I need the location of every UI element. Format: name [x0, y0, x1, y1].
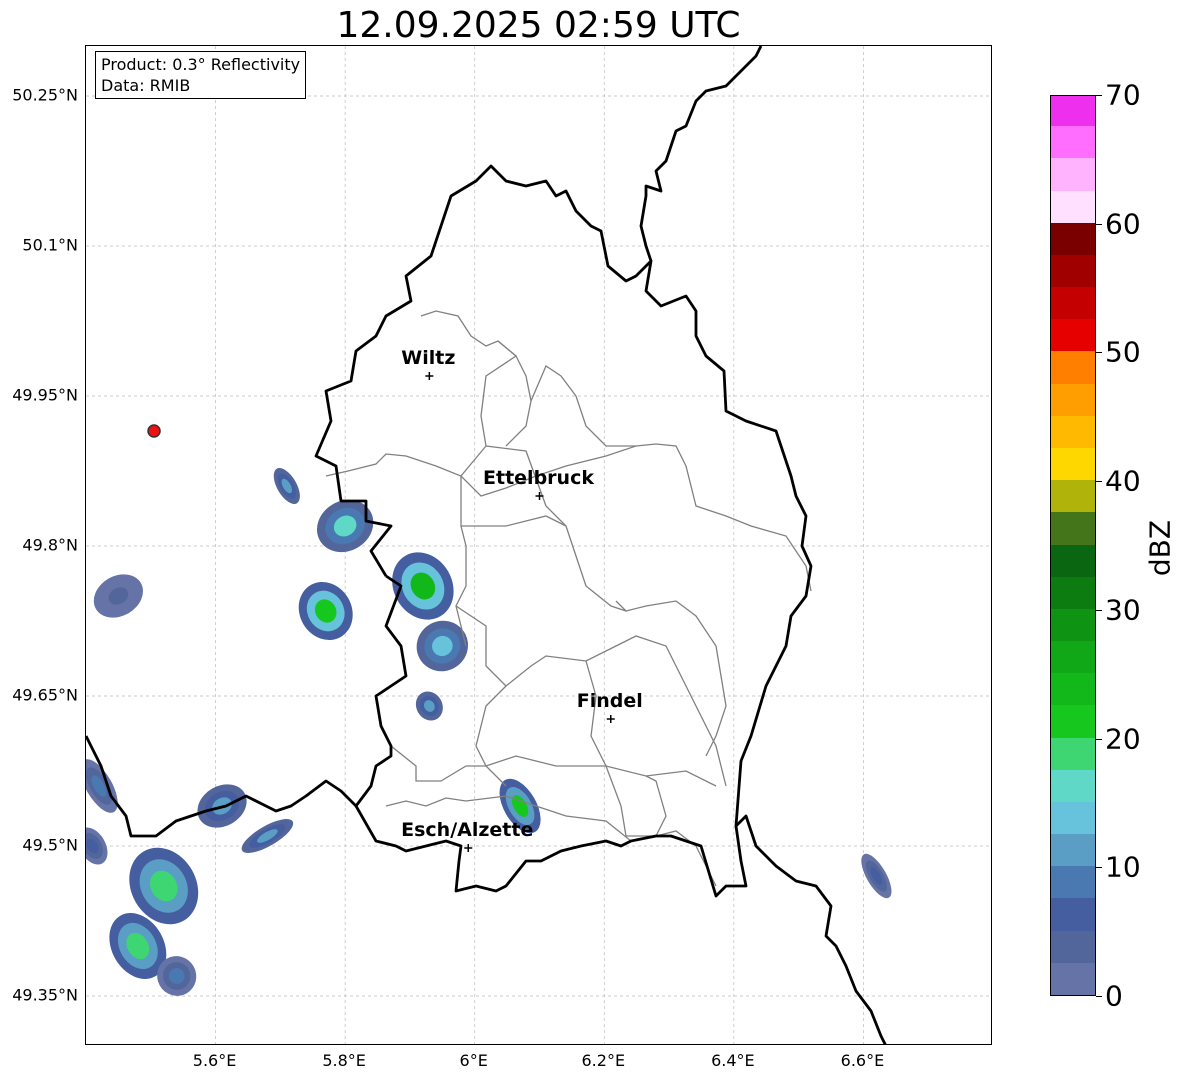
city-label: Esch/Alzette: [401, 819, 534, 841]
longitude-tick-label: 6.6°E: [840, 1051, 885, 1070]
colorbar-segment: [1051, 865, 1095, 899]
colorbar-tick: [1096, 867, 1102, 869]
colorbar-segment: [1051, 318, 1095, 352]
colorbar-unit-label: dBZ: [1143, 519, 1177, 577]
colorbar-segment: [1051, 608, 1095, 642]
colorbar-segment: [1051, 897, 1095, 931]
colorbar-segment: [1051, 640, 1095, 674]
product-label: Product: 0.3° Reflectivity: [101, 55, 301, 74]
colorbar-segment: [1051, 962, 1095, 995]
city-marker: [464, 844, 473, 852]
longitude-tick-label: 5.8°E: [322, 1051, 366, 1070]
city-markers: [425, 372, 615, 852]
canton-border: [461, 515, 567, 527]
colorbar-tick: [1096, 352, 1102, 354]
latitude-tick-label: 49.5°N: [22, 835, 78, 855]
colorbar-tick: [1096, 738, 1102, 740]
city-marker: [606, 715, 615, 723]
radar-echoes: [86, 468, 892, 996]
radar-site-marker: [147, 424, 161, 438]
canton-border: [530, 365, 636, 447]
canton-border: [420, 310, 532, 447]
colorbar-segment: [1051, 125, 1095, 159]
radar-map[interactable]: [85, 45, 992, 1045]
colorbar-segment: [1051, 157, 1095, 191]
longitude-tick-label: 6°E: [459, 1051, 488, 1070]
colorbar-tick-label: 0: [1105, 979, 1123, 1013]
colorbar-segment: [1051, 737, 1095, 770]
colorbar-tick-label: 30: [1105, 593, 1141, 627]
colorbar-segment: [1051, 383, 1095, 416]
map-canvas: [86, 46, 991, 1044]
latitude-tick-label: 49.8°N: [22, 535, 78, 555]
colorbar-segment: [1051, 190, 1095, 223]
longitude-tick-label: 5.6°E: [192, 1051, 237, 1070]
colorbar-segment: [1051, 801, 1095, 835]
colorbar-segment: [1051, 350, 1095, 384]
latitude-tick-label: 50.25°N: [12, 85, 78, 105]
colorbar-segment: [1051, 833, 1095, 867]
colorbar-segment: [1051, 672, 1095, 706]
city-label: Wiltz: [401, 347, 456, 369]
latitude-tick-label: 49.95°N: [12, 385, 78, 405]
map-title: 12.09.2025 02:59 UTC: [336, 5, 741, 46]
colorbar-segment: [1051, 96, 1095, 127]
colorbar-tick: [1096, 95, 1102, 96]
colorbar-segment: [1051, 254, 1095, 288]
colorbar-segment: [1051, 769, 1095, 802]
colorbar-tick-label: 70: [1105, 78, 1141, 112]
colorbar-segment: [1051, 576, 1095, 609]
latitude-tick-label: 50.1°N: [22, 235, 78, 255]
longitude-tick-label: 6.4°E: [711, 1051, 755, 1070]
colorbar-segment: [1051, 511, 1095, 545]
country-border-luxembourg: [314, 164, 813, 898]
colorbar-segment: [1051, 286, 1095, 320]
colorbar-segment: [1051, 415, 1095, 448]
colorbar-segment: [1051, 222, 1095, 255]
colorbar-segment: [1051, 930, 1095, 963]
longitude-tick-label: 6.2°E: [581, 1051, 626, 1070]
colorbar-tick-label: 10: [1105, 850, 1141, 884]
colorbar-tick: [1096, 609, 1102, 611]
latitude-tick-label: 49.65°N: [12, 685, 78, 705]
city-marker: [535, 492, 544, 500]
colorbar: [1050, 95, 1096, 996]
data-source-label: Data: RMIB: [101, 76, 191, 95]
colorbar-tick-label: 60: [1105, 207, 1141, 241]
colorbar-tick-label: 40: [1105, 464, 1141, 498]
canton-border: [455, 340, 518, 647]
city-label: Findel: [576, 690, 643, 712]
product-info-box: Product: 0.3° Reflectivity Data: RMIB: [95, 51, 307, 99]
canton-border: [390, 745, 717, 787]
colorbar-tick: [1096, 481, 1102, 483]
canton-border: [585, 660, 627, 837]
colorbar-segment: [1051, 479, 1095, 513]
city-label: Ettelbruck: [483, 467, 594, 489]
colorbar-tick-label: 50: [1105, 335, 1141, 369]
canton-border: [475, 685, 507, 787]
latitude-tick-label: 49.35°N: [12, 985, 78, 1005]
colorbar-tick: [1096, 996, 1102, 997]
colorbar-segment: [1051, 704, 1095, 738]
country-border-north: [639, 46, 763, 262]
colorbar-tick: [1096, 223, 1102, 225]
colorbar-tick-label: 20: [1105, 722, 1141, 756]
city-marker: [425, 372, 434, 380]
colorbar-segment: [1051, 544, 1095, 577]
colorbar-segment: [1051, 447, 1095, 481]
country-borders: [86, 46, 887, 1044]
canton-border: [645, 775, 667, 837]
map-grid: [86, 46, 991, 1044]
